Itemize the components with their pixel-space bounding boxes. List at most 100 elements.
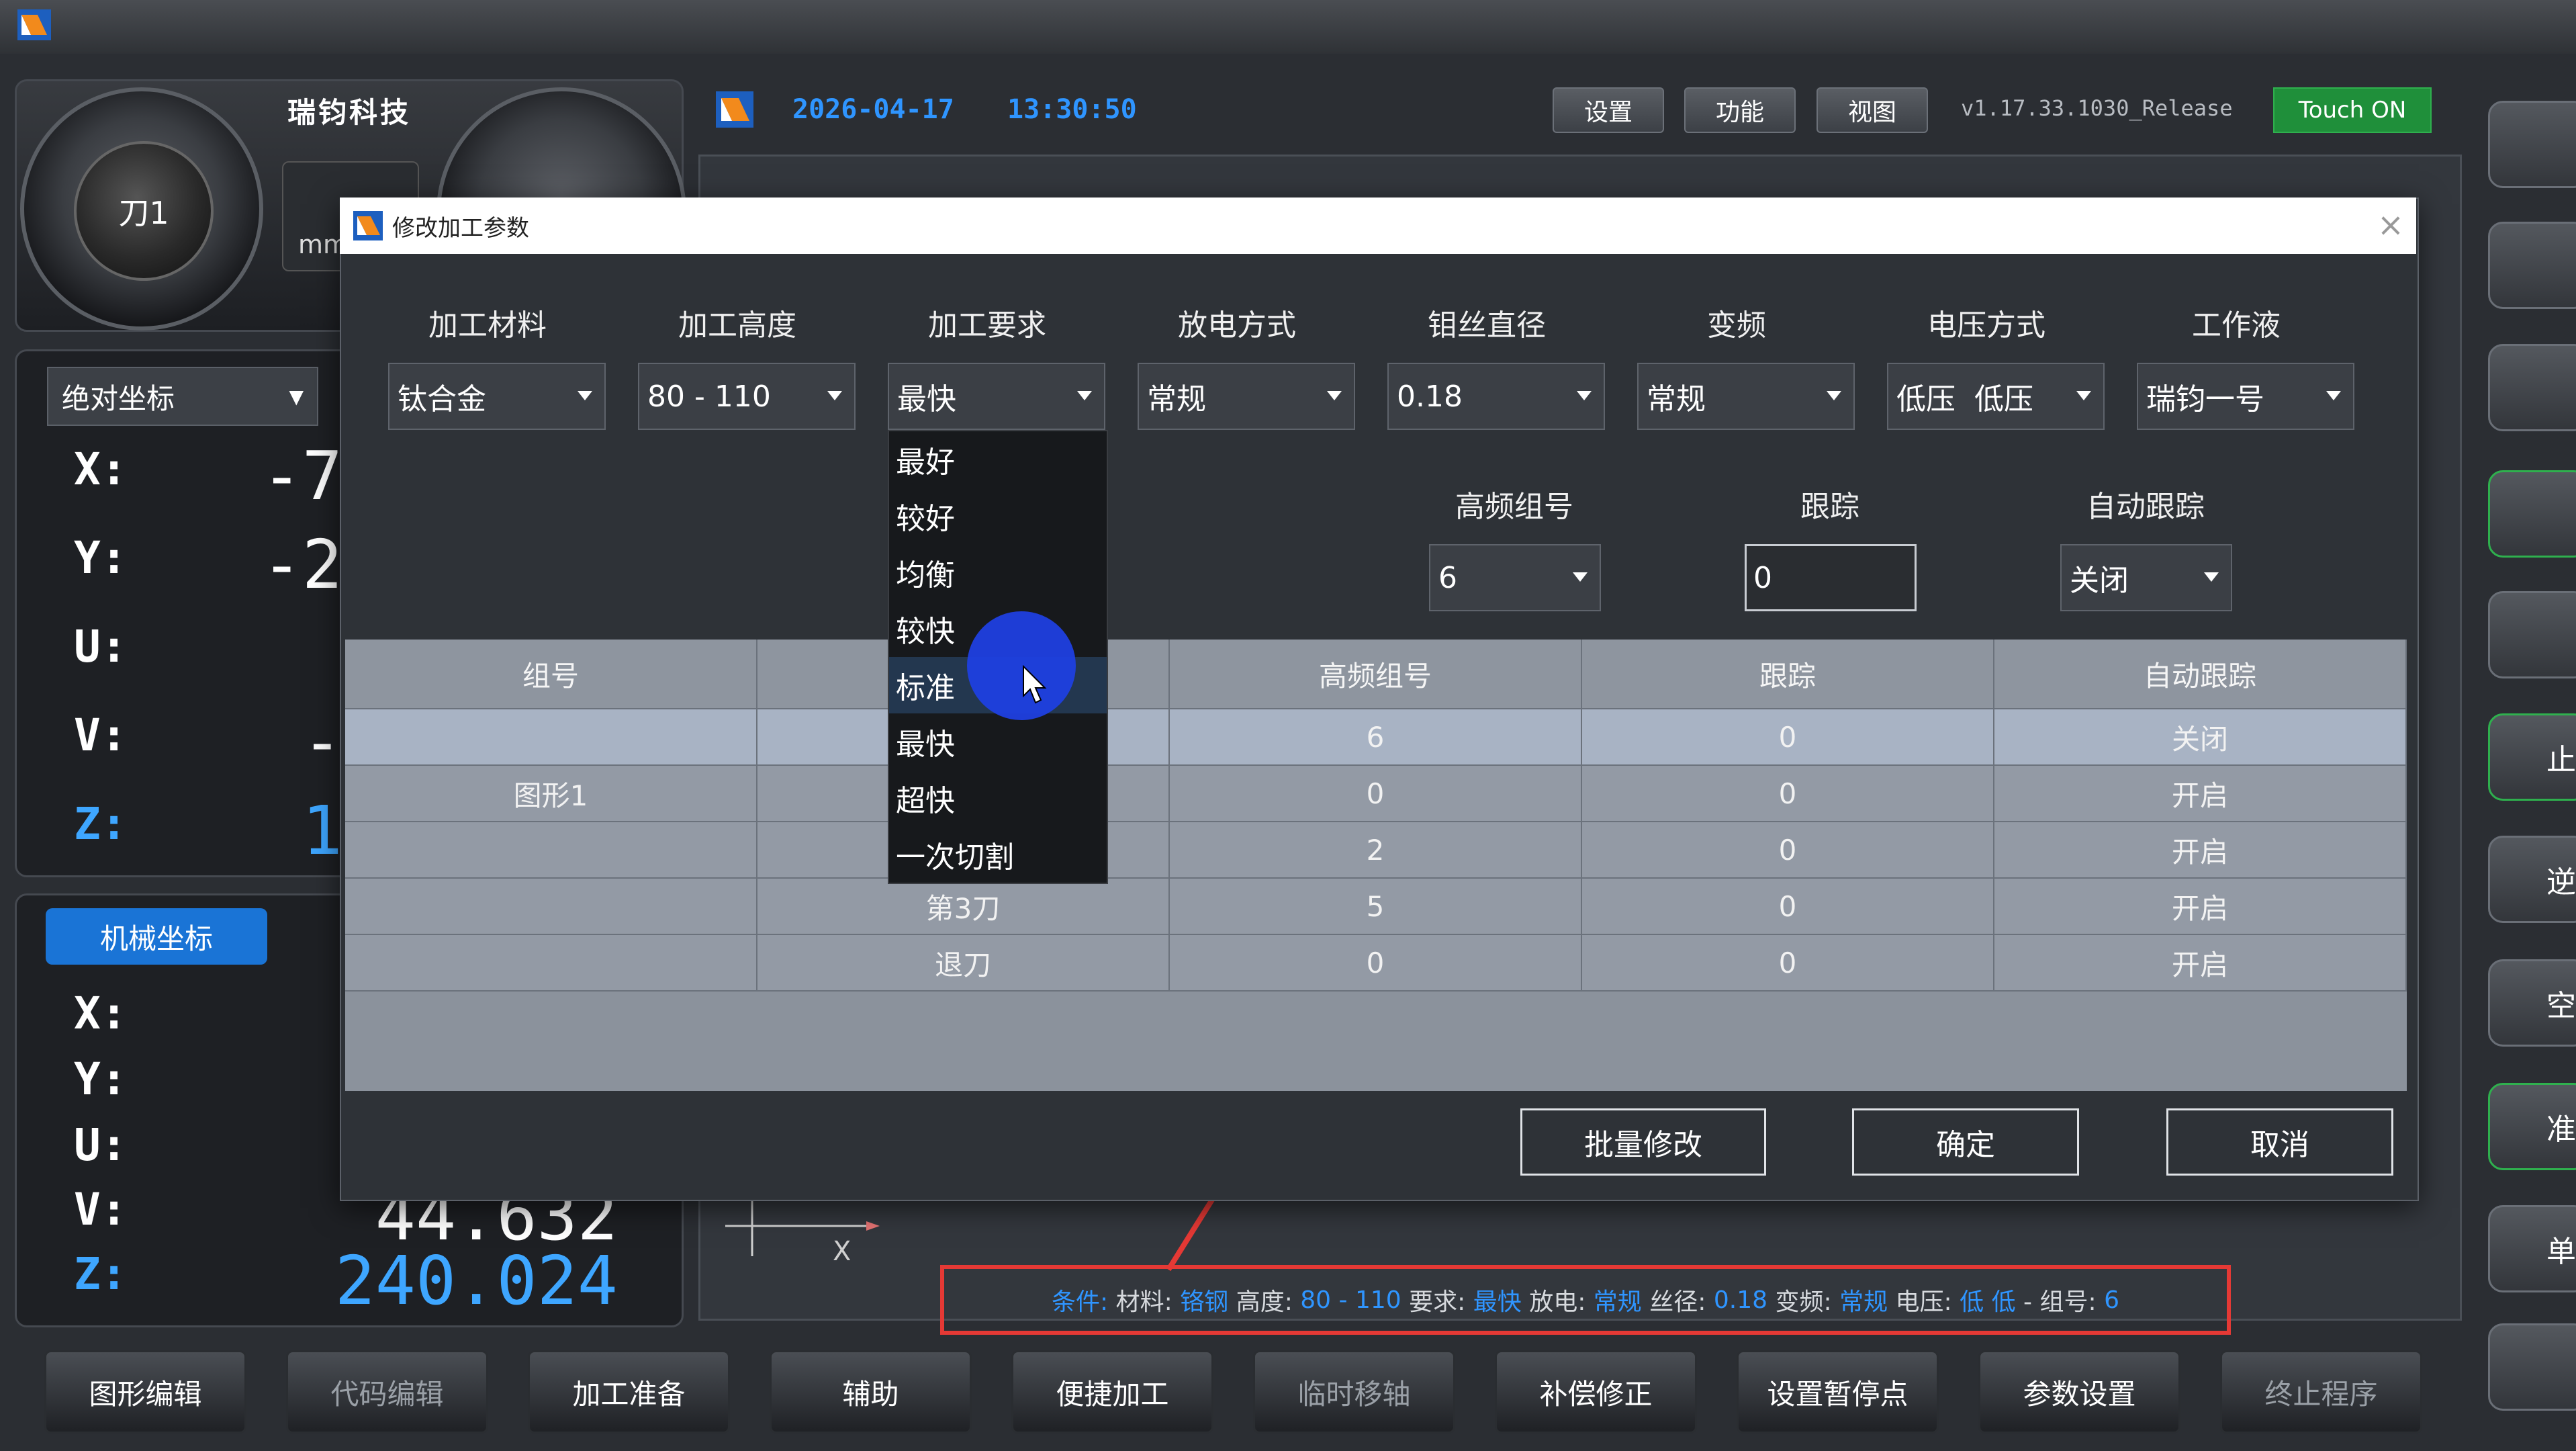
chevron-down-icon: ▼: [289, 385, 304, 408]
label-frequency: 变频: [1707, 308, 1766, 343]
height-select[interactable]: 80 - 110: [638, 363, 856, 430]
requirement-select[interactable]: 最快: [888, 363, 1105, 430]
label-hf-group: 高频组号: [1455, 490, 1573, 524]
dropdown-option[interactable]: 超快: [889, 770, 1107, 826]
function-button[interactable]: 功能: [1684, 87, 1796, 133]
parameter-settings-button[interactable]: 参数设置: [1978, 1350, 2180, 1434]
table-cell[interactable]: 开启: [1994, 766, 2407, 822]
batch-modify-button[interactable]: 批量修改: [1520, 1108, 1766, 1176]
table-cell[interactable]: 关闭: [1994, 709, 2407, 766]
code-edit-button[interactable]: 代码编辑: [286, 1350, 488, 1434]
side-button-stop[interactable]: 止: [2488, 713, 2576, 801]
voltage-value: 低压 低压: [1896, 382, 2033, 416]
table-cell[interactable]: 0: [1582, 766, 1994, 822]
table-cell[interactable]: 图形1: [345, 766, 757, 822]
table-cell[interactable]: 0: [1170, 766, 1582, 822]
status-freq-label: 变频:: [1775, 1288, 1832, 1316]
table-cell[interactable]: 0: [1582, 935, 1994, 992]
wire-diameter-value: 0.18: [1397, 379, 1463, 414]
table-cell[interactable]: 开启: [1994, 822, 2407, 879]
status-discharge: 常规: [1593, 1288, 1642, 1316]
side-button-2[interactable]: [2488, 222, 2576, 309]
frequency-select[interactable]: 常规: [1637, 363, 1855, 430]
table-cell[interactable]: 6: [1170, 709, 1582, 766]
table-cell[interactable]: 0: [1582, 879, 1994, 935]
dropdown-option[interactable]: 较好: [889, 488, 1107, 544]
graphics-edit-button[interactable]: 图形编辑: [44, 1350, 246, 1434]
table-cell[interactable]: 开启: [1994, 879, 2407, 935]
tracking-input[interactable]: 0: [1745, 544, 1917, 611]
wire-diameter-select[interactable]: 0.18: [1387, 363, 1605, 430]
set-pause-point-button[interactable]: 设置暂停点: [1737, 1350, 1939, 1434]
hf-group-value: 6: [1438, 560, 1457, 595]
table-cell[interactable]: [345, 879, 757, 935]
discharge-select[interactable]: 常规: [1138, 363, 1355, 430]
dropdown-option[interactable]: 一次切割: [889, 826, 1107, 883]
coord-mode-value: 绝对坐标: [62, 382, 175, 415]
cancel-button[interactable]: 取消: [2166, 1108, 2393, 1176]
side-button-5[interactable]: [2488, 591, 2576, 678]
mech-coord-tab[interactable]: 机械坐标: [46, 908, 267, 965]
table-cell[interactable]: 开启: [1994, 935, 2407, 992]
auto-tracking-select[interactable]: 关闭: [2060, 544, 2232, 611]
tool-knob[interactable]: 刀1: [74, 141, 214, 281]
table-cell[interactable]: 5: [1170, 879, 1582, 935]
table-cell[interactable]: [345, 822, 757, 879]
quick-machining-button[interactable]: 便捷加工: [1011, 1350, 1213, 1434]
status-material: 铬钢: [1180, 1288, 1229, 1316]
status-group: 6: [2104, 1286, 2119, 1314]
dialog-title: 修改加工参数: [392, 214, 529, 242]
dropdown-option[interactable]: 均衡: [889, 544, 1107, 601]
side-button-ready[interactable]: 准: [2488, 1083, 2576, 1170]
table-cell[interactable]: 2: [1170, 822, 1582, 879]
abs-v-value: -: [302, 703, 342, 781]
side-button-3[interactable]: [2488, 344, 2576, 431]
side-button-11[interactable]: [2488, 1323, 2576, 1411]
col-header-tracking: 跟踪: [1582, 640, 1994, 709]
auxiliary-button[interactable]: 辅助: [770, 1350, 972, 1434]
status-condition-label: 条件:: [1052, 1288, 1109, 1316]
machining-prep-button[interactable]: 加工准备: [528, 1350, 730, 1434]
working-fluid-select[interactable]: 瑞钧一号: [2137, 363, 2354, 430]
table-cell[interactable]: 第3刀: [757, 879, 1170, 935]
mech-axis-x-label: X:: [74, 987, 128, 1039]
close-icon[interactable]: ×: [2371, 205, 2411, 245]
axis-u-label: U:: [74, 621, 128, 672]
mech-z-value: 240.024: [334, 1241, 618, 1320]
table-cell[interactable]: [345, 709, 757, 766]
table-cell[interactable]: 0: [1582, 709, 1994, 766]
table-cell[interactable]: 0: [1170, 935, 1582, 992]
compensation-button[interactable]: 补偿修正: [1495, 1350, 1697, 1434]
mech-axis-u-label: U:: [74, 1119, 128, 1171]
stop-program-button[interactable]: 终止程序: [2220, 1350, 2422, 1434]
material-select[interactable]: 钛合金: [388, 363, 606, 430]
side-button-4[interactable]: [2488, 470, 2576, 558]
table-cell[interactable]: 退刀: [757, 935, 1170, 992]
view-button[interactable]: 视图: [1816, 87, 1928, 133]
dropdown-option[interactable]: 最好: [889, 431, 1107, 488]
table-cell[interactable]: [345, 935, 757, 992]
voltage-select[interactable]: 低压 低压: [1887, 363, 2105, 430]
col-header-hf-group: 高频组号: [1170, 640, 1582, 709]
temp-move-axis-button[interactable]: 临时移轴: [1253, 1350, 1455, 1434]
machining-condition-strip: 条件: 材料: 铬钢 高度: 80 - 110 要求: 最快 放电: 常规 丝径…: [940, 1265, 2231, 1335]
touch-toggle[interactable]: Touch ON: [2273, 87, 2432, 133]
side-button-idle[interactable]: 空: [2488, 959, 2576, 1047]
abs-x-value: -7: [261, 437, 342, 515]
header-date: 2026-04-17: [792, 94, 954, 125]
side-button-single[interactable]: 单: [2488, 1205, 2576, 1292]
status-group-label: - 组号:: [2023, 1288, 2097, 1316]
axis-indicator: [725, 1196, 880, 1256]
side-button-reverse[interactable]: 逆: [2488, 836, 2576, 923]
dialog-title-bar: 修改加工参数: [340, 197, 2416, 254]
coord-mode-select[interactable]: 绝对坐标 ▼: [47, 367, 318, 426]
side-button-1[interactable]: [2488, 101, 2576, 188]
chevron-down-icon: [2076, 391, 2091, 400]
table-cell[interactable]: 0: [1582, 822, 1994, 879]
hf-group-select[interactable]: 6: [1429, 544, 1601, 611]
discharge-value: 常规: [1147, 382, 1206, 416]
dropdown-option[interactable]: 最快: [889, 713, 1107, 770]
chevron-down-icon: [1327, 391, 1342, 400]
ok-button[interactable]: 确定: [1852, 1108, 2079, 1176]
settings-button[interactable]: 设置: [1553, 87, 1664, 133]
